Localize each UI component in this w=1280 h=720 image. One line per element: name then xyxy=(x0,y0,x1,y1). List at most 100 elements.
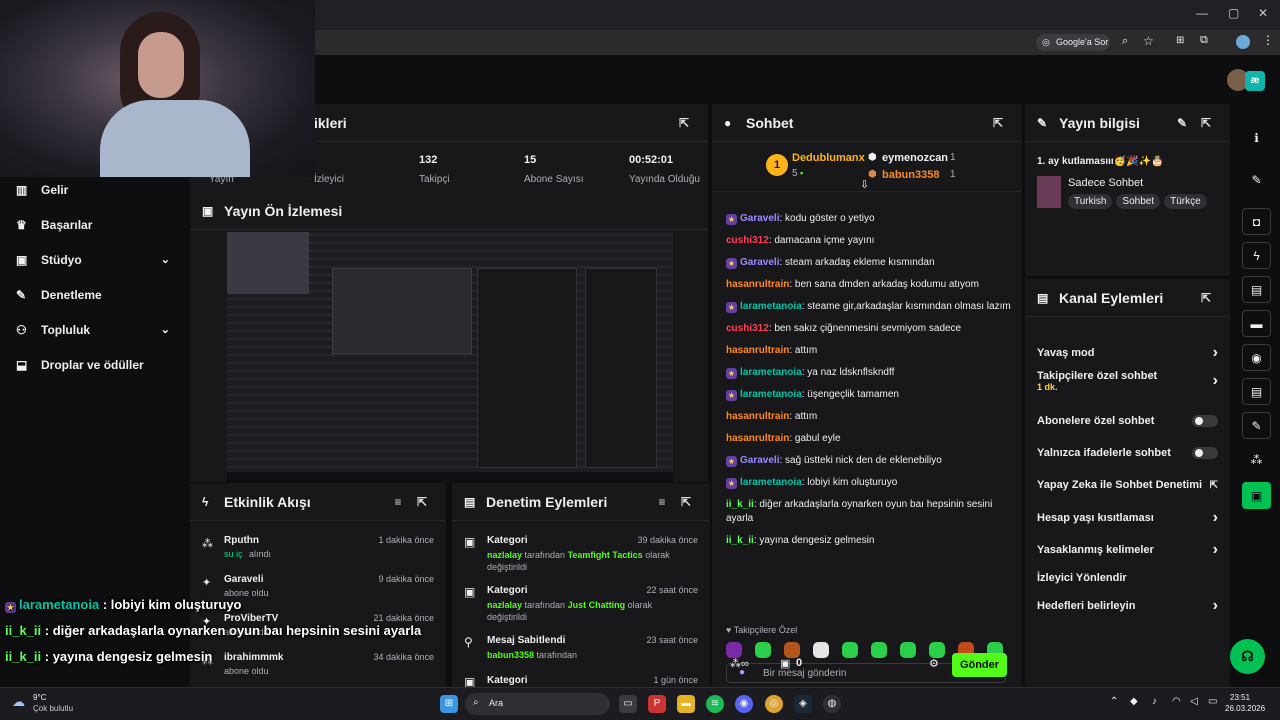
steam-icon[interactable]: ◈ xyxy=(794,695,812,713)
windows-start-icon[interactable]: ⊞ xyxy=(440,695,458,713)
gift-box-icon[interactable]: ▣ xyxy=(780,657,790,670)
expand-icon[interactable]: ⇩ xyxy=(860,178,869,191)
taskbar-search[interactable]: ⌕ Ara xyxy=(465,693,610,715)
chevron-right-icon[interactable]: › xyxy=(1213,597,1218,615)
external-link-icon[interactable]: ⇱ xyxy=(1210,480,1218,491)
chevron-right-icon[interactable]: › xyxy=(1213,509,1218,527)
maximize-icon[interactable]: ▢ xyxy=(1228,6,1239,20)
sidebar-item-3[interactable]: ✎ Denetleme xyxy=(0,277,190,312)
channel-action-item[interactable]: Yasaklanmış kelimeler › xyxy=(1025,540,1230,560)
profile-avatar[interactable] xyxy=(1236,35,1250,49)
browser-menu-icon[interactable]: ⋮ xyxy=(1262,33,1274,47)
chevron-right-icon[interactable]: › xyxy=(1213,541,1218,559)
leader-second-name[interactable]: eymenozcan xyxy=(882,152,948,164)
sidebar-item-5[interactable]: ⬓ Droplar ve ödüller xyxy=(0,347,190,382)
volume-icon[interactable]: ◁ xyxy=(1190,696,1198,707)
task-view-icon[interactable]: ▭ xyxy=(619,695,637,713)
chat-username[interactable]: hasanrultrain xyxy=(726,433,789,444)
clapper-icon[interactable]: ▣ xyxy=(1242,482,1271,509)
discord-icon[interactable]: ◉ xyxy=(735,695,753,713)
chat-username[interactable]: hasanrultrain xyxy=(726,279,789,290)
close-icon[interactable]: ✕ xyxy=(1258,6,1268,20)
channel-action-item[interactable]: Yapay Zeka ile Sohbet Denetimi ⇱ xyxy=(1025,475,1230,495)
edit-icon[interactable]: ✎ xyxy=(1242,166,1271,193)
chat-username[interactable]: cushi312 xyxy=(726,323,769,334)
mod-action-item[interactable]: ▣ Kategori 39 dakika önce nazlalay tarafınd… xyxy=(452,535,710,581)
network-icon[interactable]: ◆ xyxy=(1130,696,1138,707)
weather-icon[interactable]: ☁ xyxy=(12,694,25,710)
microphone-tray-icon[interactable]: ♪ xyxy=(1152,696,1157,707)
google-lens-button[interactable]: ◎ Google'a Sor xyxy=(1036,34,1110,51)
channel-action-item[interactable]: Hesap yaşı kısıtlaması › xyxy=(1025,508,1230,528)
popout-icon[interactable]: ⇱ xyxy=(674,495,698,509)
help-button[interactable]: ☊ xyxy=(1230,639,1265,674)
clock-date[interactable]: 26.03.2026 xyxy=(1225,704,1265,713)
popout-icon[interactable]: ⇱ xyxy=(410,495,434,509)
category-thumbnail[interactable] xyxy=(1037,176,1061,208)
sidebar-item-4[interactable]: ⚇ Topluluk ⌄ xyxy=(0,312,190,347)
chat-username[interactable]: Garaveli xyxy=(740,455,779,466)
zoom-icon[interactable]: ⌕ xyxy=(1122,35,1128,48)
filter-icon[interactable]: ≡ xyxy=(650,495,674,509)
bookmark-star-icon[interactable]: ☆ xyxy=(1143,34,1154,48)
channel-action-item[interactable]: Yavaş mod › xyxy=(1025,343,1230,363)
channel-action-item[interactable]: İzleyici Yönlendir xyxy=(1025,568,1230,588)
popout-icon[interactable]: ⇱ xyxy=(672,116,696,130)
channel-action-item[interactable]: Takipçilere özel sohbet 1 dk. › xyxy=(1025,370,1230,392)
broadcast-icon[interactable]: ◉ xyxy=(1242,344,1271,371)
chat-username[interactable]: larametanoia xyxy=(740,389,802,400)
activity-user[interactable]: Rputhn xyxy=(224,535,259,546)
mod-user[interactable]: nazlalay xyxy=(487,550,522,560)
chat-username[interactable]: larametanoia xyxy=(740,477,802,488)
tag-pill[interactable]: Türkçe xyxy=(1164,194,1207,209)
channel-action-item[interactable]: Hedefleri belirleyin › xyxy=(1025,596,1230,616)
obs-icon[interactable]: ◍ xyxy=(823,695,841,713)
wifi-icon[interactable]: ◠ xyxy=(1172,696,1181,707)
chat-username[interactable]: ii_k_ii xyxy=(726,535,754,546)
chat-username[interactable]: larametanoia xyxy=(740,301,802,312)
document-icon[interactable]: ▤ xyxy=(1242,276,1271,303)
points-icon[interactable]: ⁂∞ xyxy=(730,657,749,670)
sidebar-item-2[interactable]: ▣ Stüdyo ⌄ xyxy=(0,242,190,277)
chat-username[interactable]: hasanrultrain xyxy=(726,411,789,422)
activity-user[interactable]: Garaveli xyxy=(224,574,263,585)
chat-username[interactable]: Garaveli xyxy=(740,257,779,268)
sidebar-item-0[interactable]: ▥ Gelir xyxy=(0,172,190,207)
chat-username[interactable]: ii_k_ii xyxy=(726,499,754,510)
activity-item[interactable]: ⁂ Rputhn su iç alındı 1 dakika önce xyxy=(190,529,446,568)
chat-username[interactable]: hasanrultrain xyxy=(726,345,789,356)
send-button[interactable]: Gönder xyxy=(952,653,1007,677)
extensions-icon[interactable]: ⧉ xyxy=(1200,34,1208,47)
leader-third-name[interactable]: babun3358 xyxy=(882,169,939,181)
toggle-switch[interactable] xyxy=(1192,415,1218,427)
translate-icon[interactable]: ⊞ xyxy=(1176,35,1184,46)
category-name[interactable]: Sadece Sohbet xyxy=(1068,177,1143,189)
minimize-icon[interactable]: — xyxy=(1196,6,1208,20)
chat-username[interactable]: Garaveli xyxy=(740,213,779,224)
popout-icon[interactable]: ⇱ xyxy=(1194,116,1218,130)
leader-first-name[interactable]: Dedublumanx xyxy=(792,152,865,164)
filter-icon[interactable]: ≡ xyxy=(386,495,410,509)
chevron-right-icon[interactable]: › xyxy=(1213,372,1218,390)
mod-action-item[interactable]: ▣ Kategori 1 gün önce xyxy=(452,675,710,687)
info-icon[interactable]: ℹ xyxy=(1242,124,1271,151)
chat-username[interactable]: cushi312 xyxy=(726,235,769,246)
app-p-icon[interactable]: P xyxy=(648,695,666,713)
app-badge-icon[interactable]: æ xyxy=(1245,71,1265,91)
sidebar-item-1[interactable]: ♛ Başarılar xyxy=(0,207,190,242)
battery-icon[interactable]: ▭ xyxy=(1208,696,1217,707)
layers-icon[interactable]: ▤ xyxy=(1242,378,1271,405)
toggle-switch[interactable] xyxy=(1192,447,1218,459)
chrome-icon[interactable]: ◎ xyxy=(765,695,783,713)
camera-icon[interactable]: ◘ xyxy=(1242,208,1271,235)
chevron-down-icon[interactable]: ⌄ xyxy=(161,253,170,266)
file-explorer-icon[interactable]: ▬ xyxy=(677,695,695,713)
chat-username[interactable]: larametanoia xyxy=(740,367,802,378)
clock-time[interactable]: 23:51 xyxy=(1230,693,1250,702)
spotify-icon[interactable]: ≋ xyxy=(706,695,724,713)
edit-icon[interactable]: ✎ xyxy=(1170,116,1194,130)
tag-pill[interactable]: Sohbet xyxy=(1116,194,1161,209)
tray-chevron-icon[interactable]: ⌃ xyxy=(1110,696,1118,707)
wrench-icon[interactable]: ✎ xyxy=(1242,412,1271,439)
points-icon[interactable]: ⁂ xyxy=(1242,446,1271,473)
